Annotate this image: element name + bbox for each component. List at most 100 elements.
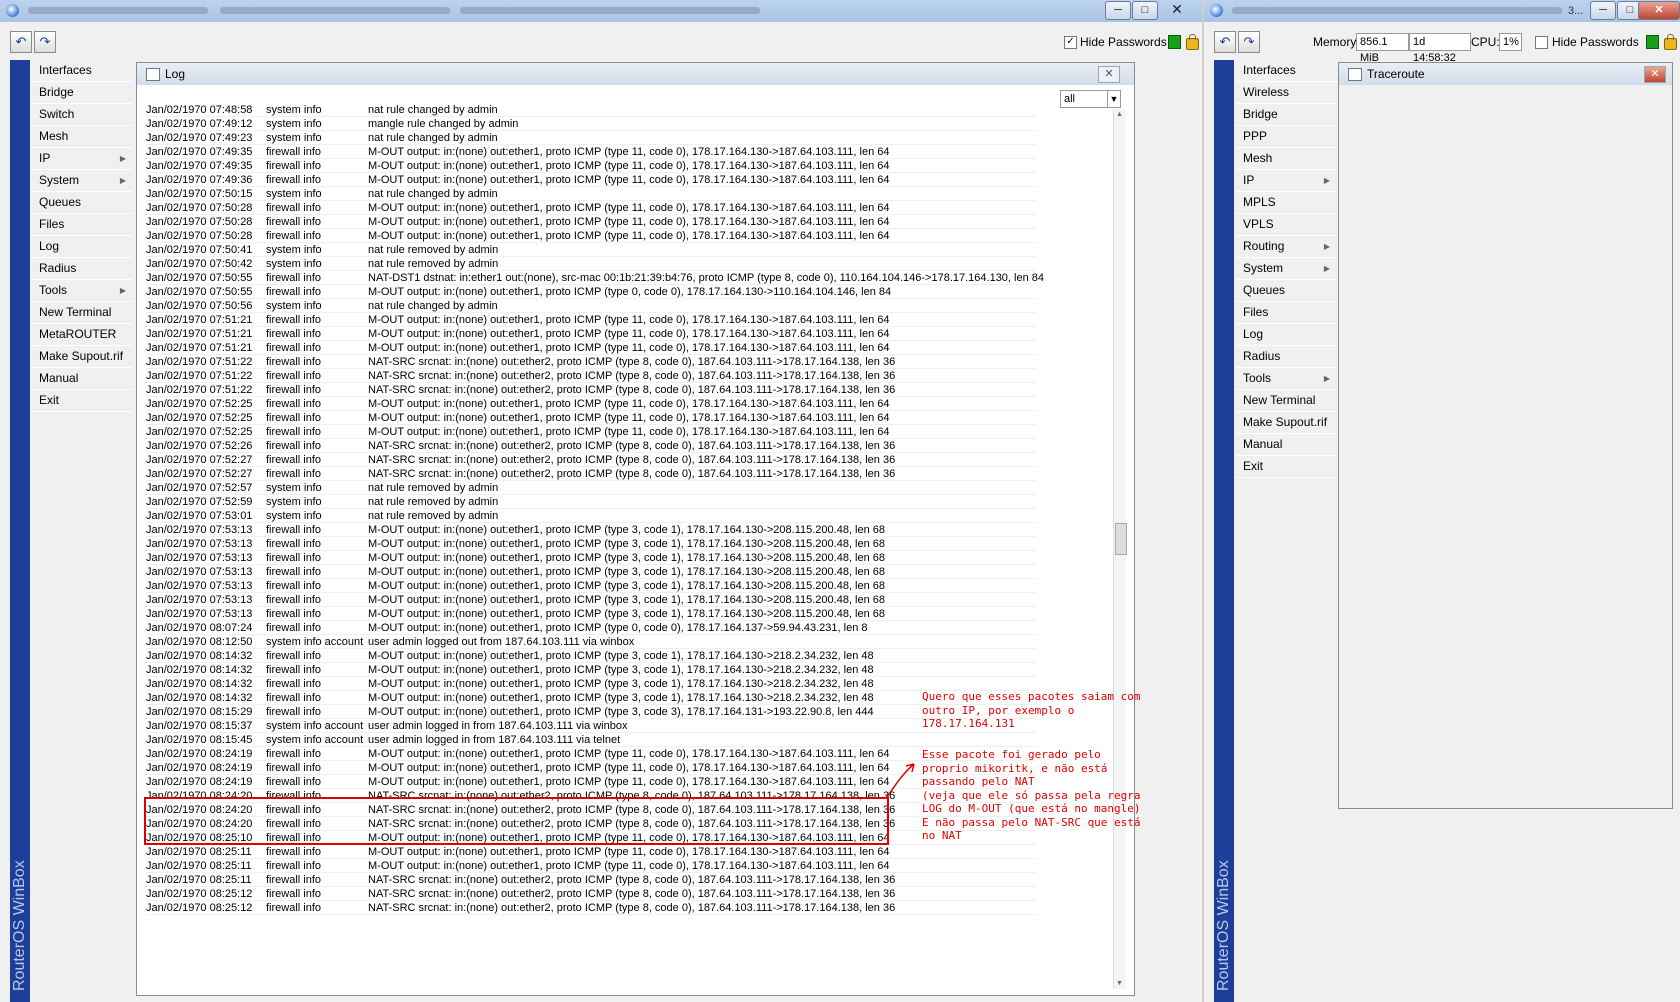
menu-item-new-terminal[interactable]: New Terminal [1236, 390, 1336, 412]
menu-item-vpls[interactable]: VPLS [1236, 214, 1336, 236]
log-message: NAT-DST1 dstnat: in:ether1 out:(none), s… [368, 272, 1045, 284]
scroll-up-icon[interactable]: ▲ [1116, 111, 1123, 118]
log-message: NAT-SRC srcnat: in:(none) out:ether2, pr… [368, 902, 896, 914]
log-time: Jan/02/1970 08:24:19 [146, 748, 253, 760]
log-message: mangle rule changed by admin [368, 118, 519, 130]
log-topic: firewall info [266, 902, 322, 914]
log-topic: firewall info [266, 566, 322, 578]
filter-dropdown-icon[interactable]: ▼ [1107, 90, 1121, 108]
hide-passwords-checkbox-2[interactable] [1535, 36, 1548, 49]
menu-item-tools[interactable]: Tools ▶ [32, 280, 132, 302]
menu-item-exit[interactable]: Exit [32, 390, 132, 412]
log-message: M-OUT output: in:(none) out:ether1, prot… [368, 664, 874, 676]
toolbar: ↶ ↷ ✓ Hide Passwords [8, 30, 1199, 56]
log-title: Log [165, 67, 186, 81]
maximize-button[interactable]: □ [1132, 1, 1158, 20]
menu-item-system[interactable]: System ▶ [32, 170, 132, 192]
menu-item-files[interactable]: Files [32, 214, 132, 236]
menu-item-system[interactable]: System ▶ [1236, 258, 1336, 280]
log-time: Jan/02/1970 07:53:13 [146, 524, 253, 536]
log-topic: firewall info [266, 314, 322, 326]
brand-text: RouterOS WinBox [11, 860, 28, 991]
log-time: Jan/02/1970 08:25:12 [146, 902, 253, 914]
log-topic: system info account [266, 636, 364, 648]
highlight-box [144, 797, 889, 845]
traceroute-close-x[interactable]: ✕ [1644, 66, 1666, 83]
log-topic: firewall info [266, 678, 322, 690]
memory-label: Memory: [1313, 35, 1360, 49]
log-message: M-OUT output: in:(none) out:ether1, prot… [368, 650, 874, 662]
log-message: M-OUT output: in:(none) out:ether1, prot… [368, 314, 890, 326]
log-message: user admin logged in from 187.64.103.111… [368, 734, 621, 746]
log-scrollbar[interactable]: ▲ ▼ [1113, 109, 1127, 989]
memory-value: 856.1 MiB [1356, 33, 1409, 64]
menu-item-make-supout-rif[interactable]: Make Supout.rif [32, 346, 132, 368]
close-window-button-2[interactable]: ✕ [1638, 1, 1680, 20]
log-message: nat rule changed by admin [368, 104, 498, 116]
menu-item-interfaces[interactable]: Interfaces [1236, 60, 1336, 82]
menu-item-queues[interactable]: Queues [32, 192, 132, 214]
scroll-down-icon[interactable]: ▼ [1116, 980, 1123, 987]
menu-item-metarouter[interactable]: MetaROUTER [32, 324, 132, 346]
log-message: M-OUT output: in:(none) out:ether1, prot… [368, 398, 890, 410]
log-topic: system info [266, 132, 322, 144]
menu-item-bridge[interactable]: Bridge [32, 82, 132, 104]
log-time: Jan/02/1970 08:25:11 [146, 860, 252, 872]
log-message: M-OUT output: in:(none) out:ether1, prot… [368, 216, 890, 228]
menu-item-mesh[interactable]: Mesh [1236, 148, 1336, 170]
menu-item-new-terminal[interactable]: New Terminal [32, 302, 132, 324]
log-time: Jan/02/1970 07:51:22 [146, 384, 253, 396]
menu-item-mpls[interactable]: MPLS [1236, 192, 1336, 214]
menu-item-mesh[interactable]: Mesh [32, 126, 132, 148]
close-window-button[interactable]: ✕ [1160, 1, 1194, 18]
log-time: Jan/02/1970 07:51:21 [146, 314, 253, 326]
log-title-bar[interactable]: Log ✕ [137, 63, 1134, 85]
menu-item-log[interactable]: Log [32, 236, 132, 258]
log-message: M-OUT output: in:(none) out:ether1, prot… [368, 286, 892, 298]
menu-item-label: Mesh [39, 129, 69, 143]
menu-item-manual[interactable]: Manual [1236, 434, 1336, 456]
menu-item-manual[interactable]: Manual [32, 368, 132, 390]
menu-item-tools[interactable]: Tools ▶ [1236, 368, 1336, 390]
hide-passwords-checkbox[interactable]: ✓ [1064, 36, 1077, 49]
menu-item-label: Make Supout.rif [39, 349, 124, 363]
menu-item-switch[interactable]: Switch [32, 104, 132, 126]
title-bar-2[interactable]: 3... ─ □ ✕ [1204, 0, 1680, 22]
log-filter-select[interactable]: all [1060, 90, 1109, 108]
menu-item-label: PPP [1243, 129, 1268, 143]
menu-item-label: New Terminal [1243, 393, 1316, 407]
log-time: Jan/02/1970 07:49:35 [146, 146, 253, 158]
menu-item-routing[interactable]: Routing ▶ [1236, 236, 1336, 258]
minimize-button-2[interactable]: ─ [1590, 1, 1616, 20]
log-time: Jan/02/1970 08:07:24 [146, 622, 253, 634]
menu-item-make-supout-rif[interactable]: Make Supout.rif [1236, 412, 1336, 434]
traceroute-title-bar[interactable]: Traceroute ✕ [1339, 63, 1672, 85]
log-time: Jan/02/1970 07:51:21 [146, 342, 253, 354]
hide-passwords-label-2: Hide Passwords [1552, 35, 1639, 49]
menu-item-wireless[interactable]: Wireless [1236, 82, 1336, 104]
menu-item-bridge[interactable]: Bridge [1236, 104, 1336, 126]
log-message: nat rule removed by admin [368, 496, 499, 508]
redo-icon-2[interactable]: ↷ [1238, 31, 1260, 53]
menu-item-radius[interactable]: Radius [1236, 346, 1336, 368]
undo-icon-2[interactable]: ↶ [1214, 31, 1236, 53]
menu-item-log[interactable]: Log [1236, 324, 1336, 346]
log-message: M-OUT output: in:(none) out:ether1, prot… [368, 160, 890, 172]
log-close-button[interactable]: ✕ [1098, 66, 1120, 83]
menu-item-interfaces[interactable]: Interfaces [32, 60, 132, 82]
menu-item-ip[interactable]: IP ▶ [32, 148, 132, 170]
minimize-button[interactable]: ─ [1105, 1, 1131, 20]
menu-item-ppp[interactable]: PPP [1236, 126, 1336, 148]
menu-item-queues[interactable]: Queues [1236, 280, 1336, 302]
log-time: Jan/02/1970 08:14:32 [146, 692, 253, 704]
redo-icon[interactable]: ↷ [34, 31, 56, 53]
menu-item-exit[interactable]: Exit [1236, 456, 1336, 478]
log-time: Jan/02/1970 07:50:42 [146, 258, 253, 270]
menu-item-files[interactable]: Files [1236, 302, 1336, 324]
title-bar[interactable]: ─ □ ✕ [0, 0, 1202, 22]
menu-item-radius[interactable]: Radius [32, 258, 132, 280]
scroll-thumb[interactable] [1115, 523, 1127, 555]
log-time: Jan/02/1970 07:49:23 [146, 132, 253, 144]
menu-item-ip[interactable]: IP ▶ [1236, 170, 1336, 192]
undo-icon[interactable]: ↶ [10, 31, 32, 53]
